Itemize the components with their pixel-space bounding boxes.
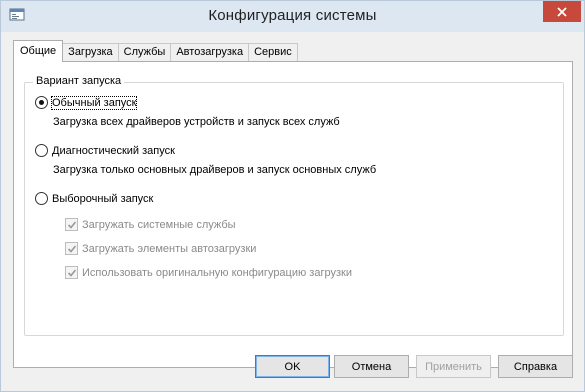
tab-boot[interactable]: Загрузка bbox=[62, 43, 119, 62]
diagnostic-startup-description: Загрузка только основных драйверов и зап… bbox=[53, 164, 377, 176]
window-title: Конфигурация системы bbox=[208, 7, 377, 24]
tab-services[interactable]: Службы bbox=[117, 43, 172, 62]
use-original-boot-config-checkbox[interactable] bbox=[65, 266, 78, 279]
title-bar[interactable]: Конфигурация системы bbox=[1, 1, 584, 32]
apply-button[interactable]: Применить bbox=[416, 355, 491, 378]
close-button[interactable] bbox=[543, 1, 581, 22]
load-system-services-option[interactable]: Загружать системные службы bbox=[65, 218, 236, 231]
load-startup-items-option[interactable]: Загружать элементы автозагрузки bbox=[65, 242, 256, 255]
use-original-boot-config-label: Использовать оригинальную конфигурацию з… bbox=[82, 266, 352, 279]
general-tab-panel: Вариант запуска Обычный запуск Загрузка … bbox=[13, 61, 573, 368]
use-original-boot-config-option[interactable]: Использовать оригинальную конфигурацию з… bbox=[65, 266, 352, 279]
selective-startup-option[interactable]: Выборочный запуск bbox=[35, 192, 153, 205]
checkmark-icon bbox=[67, 268, 76, 277]
dialog-body: Общие Загрузка Службы Автозагрузка Серви… bbox=[8, 32, 578, 368]
normal-startup-description: Загрузка всех драйверов устройств и запу… bbox=[53, 116, 340, 128]
diagnostic-startup-label[interactable]: Диагностический запуск bbox=[52, 145, 175, 157]
load-startup-items-checkbox[interactable] bbox=[65, 242, 78, 255]
normal-startup-label[interactable]: Обычный запуск bbox=[50, 95, 138, 110]
close-icon bbox=[557, 6, 567, 17]
tab-tools[interactable]: Сервис bbox=[248, 43, 298, 62]
diagnostic-startup-option[interactable]: Диагностический запуск bbox=[35, 144, 175, 157]
checkmark-icon bbox=[67, 244, 76, 253]
selective-startup-radio[interactable] bbox=[35, 192, 48, 205]
normal-startup-option[interactable]: Обычный запуск bbox=[35, 95, 138, 110]
tab-startup[interactable]: Автозагрузка bbox=[170, 43, 250, 62]
load-startup-items-label: Загружать элементы автозагрузки bbox=[82, 242, 257, 255]
msconfig-window: Конфигурация системы Общие Загрузка Служ… bbox=[0, 0, 585, 392]
tab-strip: Общие Загрузка Службы Автозагрузка Серви… bbox=[13, 40, 298, 62]
tab-general[interactable]: Общие bbox=[13, 40, 64, 62]
ok-button[interactable]: OK bbox=[255, 355, 330, 378]
group-label: Вариант запуска bbox=[33, 75, 125, 87]
selective-startup-label[interactable]: Выборочный запуск bbox=[52, 193, 153, 205]
checkmark-icon bbox=[67, 220, 76, 229]
diagnostic-startup-radio[interactable] bbox=[35, 144, 48, 157]
load-system-services-label: Загружать системные службы bbox=[82, 218, 236, 231]
startup-selection-group: Вариант запуска Обычный запуск Загрузка … bbox=[24, 75, 564, 336]
load-system-services-checkbox[interactable] bbox=[65, 218, 78, 231]
help-button[interactable]: Справка bbox=[498, 355, 573, 378]
cancel-button[interactable]: Отмена bbox=[334, 355, 409, 378]
normal-startup-radio[interactable] bbox=[35, 96, 48, 109]
